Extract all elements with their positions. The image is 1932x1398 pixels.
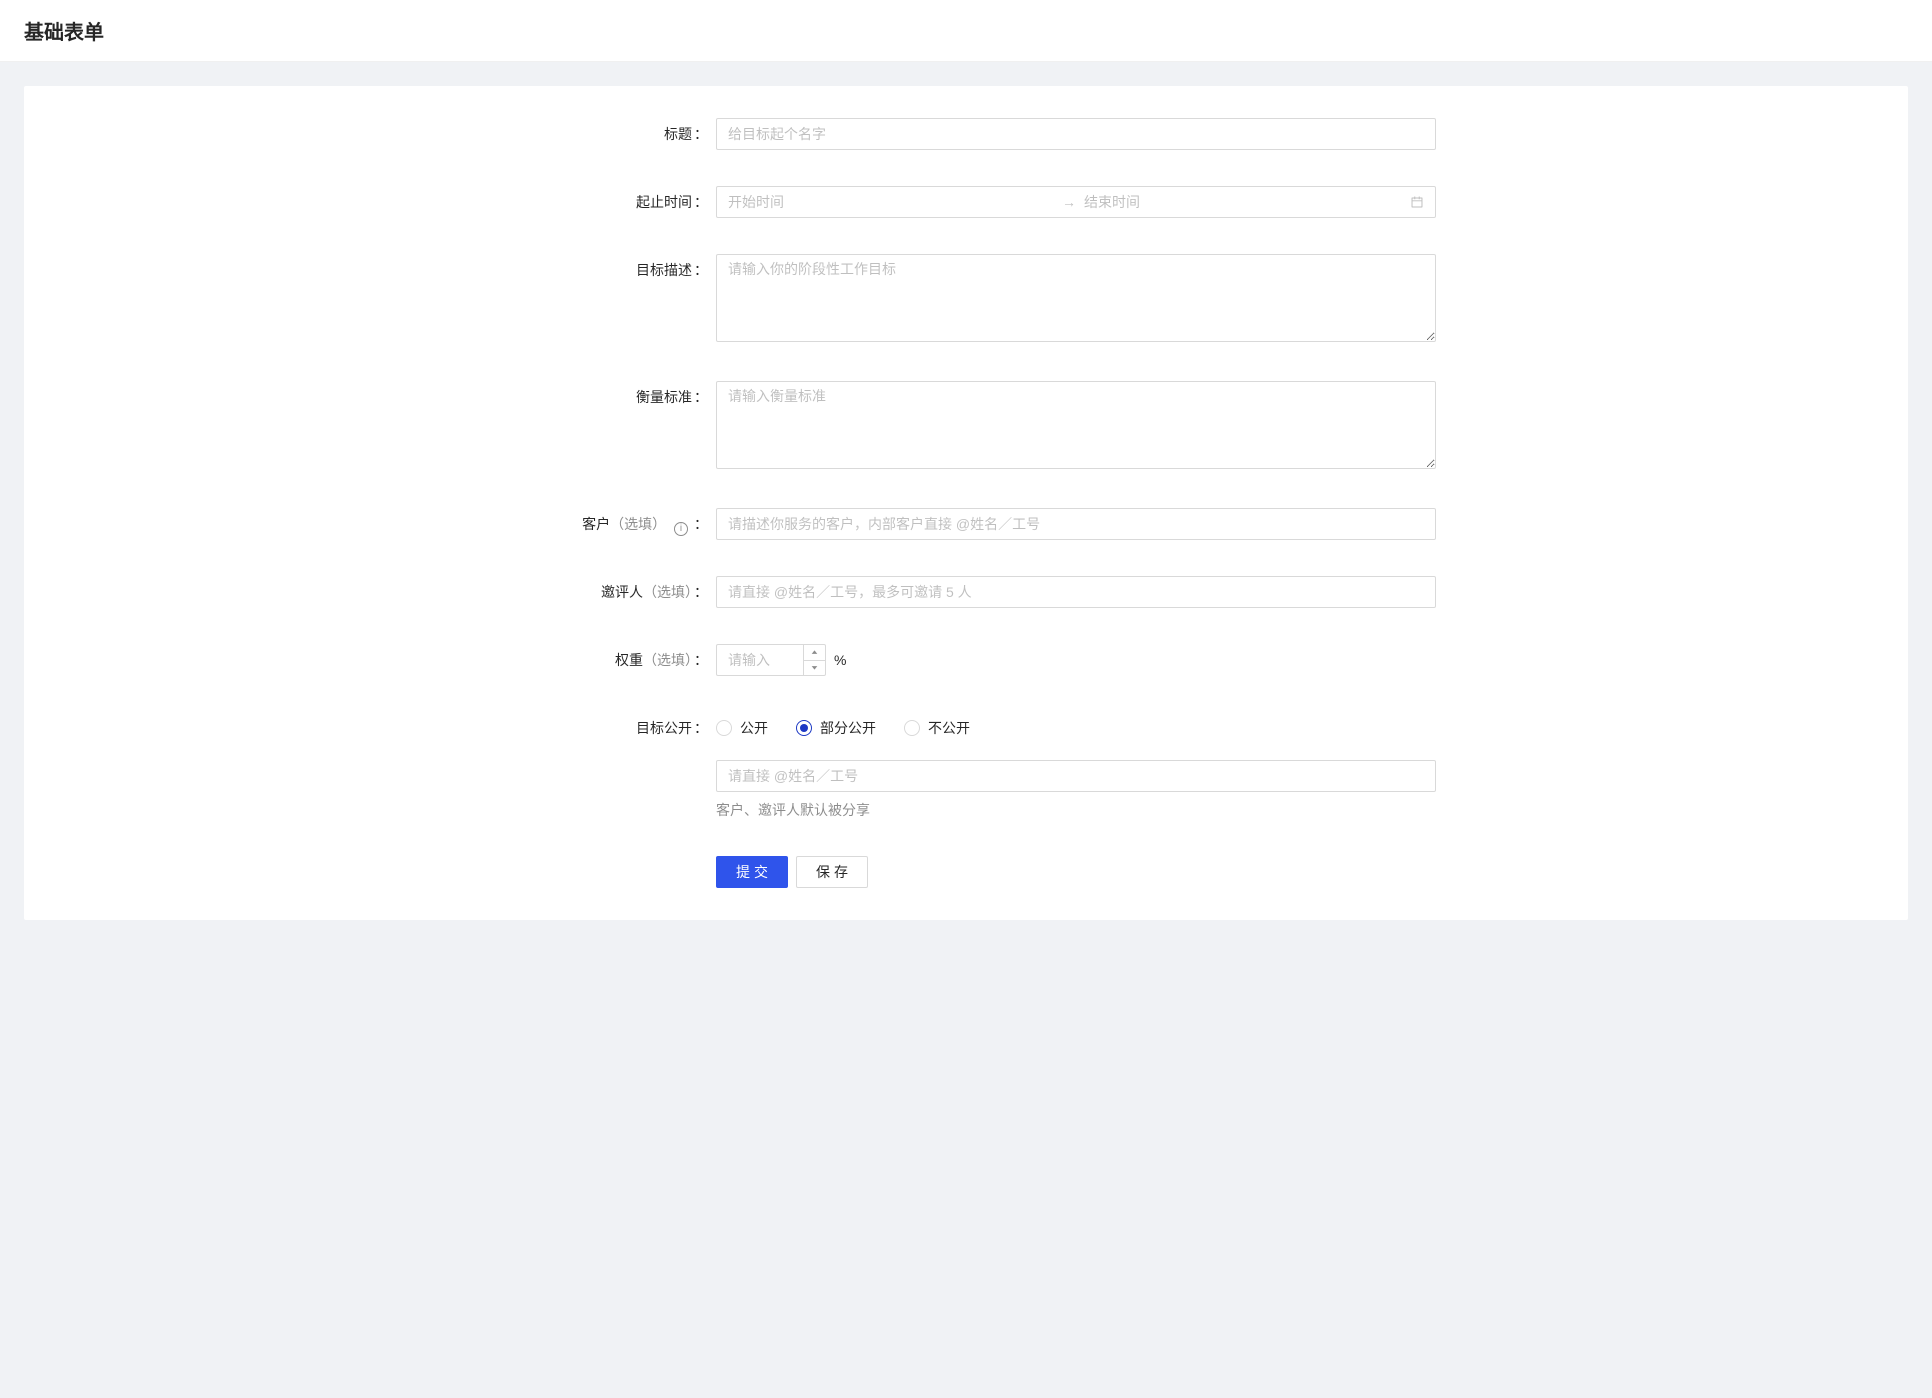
page-header: 基础表单 xyxy=(0,0,1932,62)
page-title: 基础表单 xyxy=(24,16,1908,45)
radio-private-label: 不公开 xyxy=(928,718,970,738)
number-handlers xyxy=(803,645,825,675)
radio-partial[interactable]: 部分公开 xyxy=(796,718,876,738)
publicity-help-text: 客户、邀评人默认被分享 xyxy=(716,800,1436,820)
form-item-publicity: 目标公开： 公开 部分公开 不公开 xyxy=(486,712,1446,820)
radio-icon xyxy=(796,720,812,736)
reviewer-optional: （选填） xyxy=(643,584,692,600)
colon: ： xyxy=(694,126,708,142)
weight-label: 权重（选填）： xyxy=(486,644,716,676)
radio-public[interactable]: 公开 xyxy=(716,718,768,738)
date-range-label: 起止时间： xyxy=(486,186,716,218)
publicity-label-text: 目标公开 xyxy=(636,720,692,736)
date-range-picker[interactable]: → xyxy=(716,186,1436,218)
standard-textarea[interactable] xyxy=(716,381,1436,469)
info-icon[interactable]: i xyxy=(674,522,688,536)
title-input[interactable] xyxy=(716,118,1436,150)
share-target-input[interactable] xyxy=(716,760,1436,792)
client-optional: （选填） xyxy=(610,516,666,532)
weight-suffix: % xyxy=(834,652,846,668)
goal-desc-textarea[interactable] xyxy=(716,254,1436,342)
title-label: 标题： xyxy=(486,118,716,150)
form-item-actions: 提交 保存 xyxy=(486,856,1446,888)
form-item-title: 标题： xyxy=(486,118,1446,150)
start-date-input[interactable] xyxy=(728,194,1054,210)
radio-private[interactable]: 不公开 xyxy=(904,718,970,738)
goal-desc-label-text: 目标描述 xyxy=(636,262,692,278)
reviewer-input[interactable] xyxy=(716,576,1436,608)
save-button[interactable]: 保存 xyxy=(796,856,868,888)
standard-label: 衡量标准： xyxy=(486,381,716,413)
form-item-date-range: 起止时间： → xyxy=(486,186,1446,218)
form-card: 标题： 起止时间： → xyxy=(24,86,1908,920)
colon: ： xyxy=(694,194,708,210)
colon: ： xyxy=(694,516,708,532)
colon: ： xyxy=(694,262,708,278)
number-down-icon[interactable] xyxy=(804,661,825,676)
client-label-text: 客户 xyxy=(582,516,610,532)
standard-label-text: 衡量标准 xyxy=(636,389,692,405)
radio-icon xyxy=(904,720,920,736)
form-item-weight: 权重（选填）： xyxy=(486,644,1446,676)
calendar-icon xyxy=(1410,195,1424,209)
form-item-reviewer: 邀评人（选填）： xyxy=(486,576,1446,608)
publicity-radio-group: 公开 部分公开 不公开 xyxy=(716,712,1436,744)
colon: ： xyxy=(694,389,708,405)
radio-public-label: 公开 xyxy=(740,718,768,738)
range-separator: → xyxy=(1054,194,1084,210)
weight-label-text: 权重 xyxy=(615,652,643,668)
colon: ： xyxy=(694,720,708,736)
radio-partial-label: 部分公开 xyxy=(820,718,876,738)
content-wrapper: 标题： 起止时间： → xyxy=(0,62,1932,944)
weight-input-number[interactable] xyxy=(716,644,826,676)
button-row: 提交 保存 xyxy=(716,856,1436,888)
form-item-client: 客户（选填） i ： xyxy=(486,508,1446,540)
radio-icon xyxy=(716,720,732,736)
submit-button[interactable]: 提交 xyxy=(716,856,788,888)
title-label-text: 标题 xyxy=(664,126,692,142)
client-input[interactable] xyxy=(716,508,1436,540)
colon: ： xyxy=(694,584,708,600)
date-range-label-text: 起止时间 xyxy=(636,194,692,210)
goal-desc-label: 目标描述： xyxy=(486,254,716,286)
client-label: 客户（选填） i ： xyxy=(486,508,716,540)
end-date-input[interactable] xyxy=(1084,194,1410,210)
form-item-goal-desc: 目标描述： xyxy=(486,254,1446,345)
publicity-label: 目标公开： xyxy=(486,712,716,744)
weight-input-wrap: % xyxy=(716,644,846,676)
number-up-icon[interactable] xyxy=(804,645,825,661)
weight-optional: （选填） xyxy=(643,652,692,668)
form-item-standard: 衡量标准： xyxy=(486,381,1446,472)
basic-form: 标题： 起止时间： → xyxy=(486,118,1446,888)
reviewer-label: 邀评人（选填）： xyxy=(486,576,716,608)
colon: ： xyxy=(694,652,708,668)
reviewer-label-text: 邀评人 xyxy=(601,584,643,600)
